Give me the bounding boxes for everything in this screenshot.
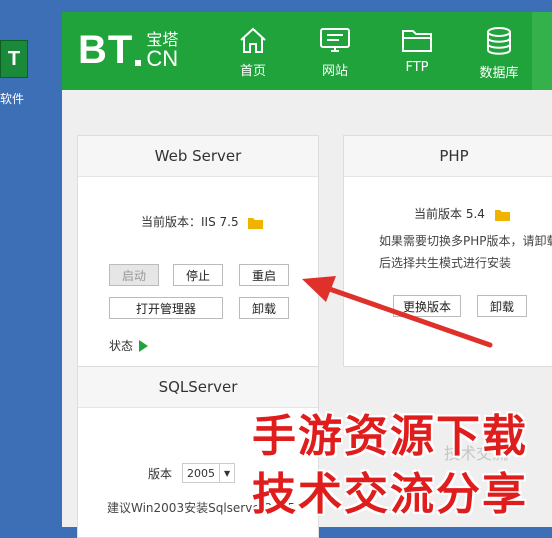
- overlay-text-line2: 技术交流分享: [252, 469, 528, 520]
- overlay-text-line1: 手游资源下载: [252, 411, 528, 462]
